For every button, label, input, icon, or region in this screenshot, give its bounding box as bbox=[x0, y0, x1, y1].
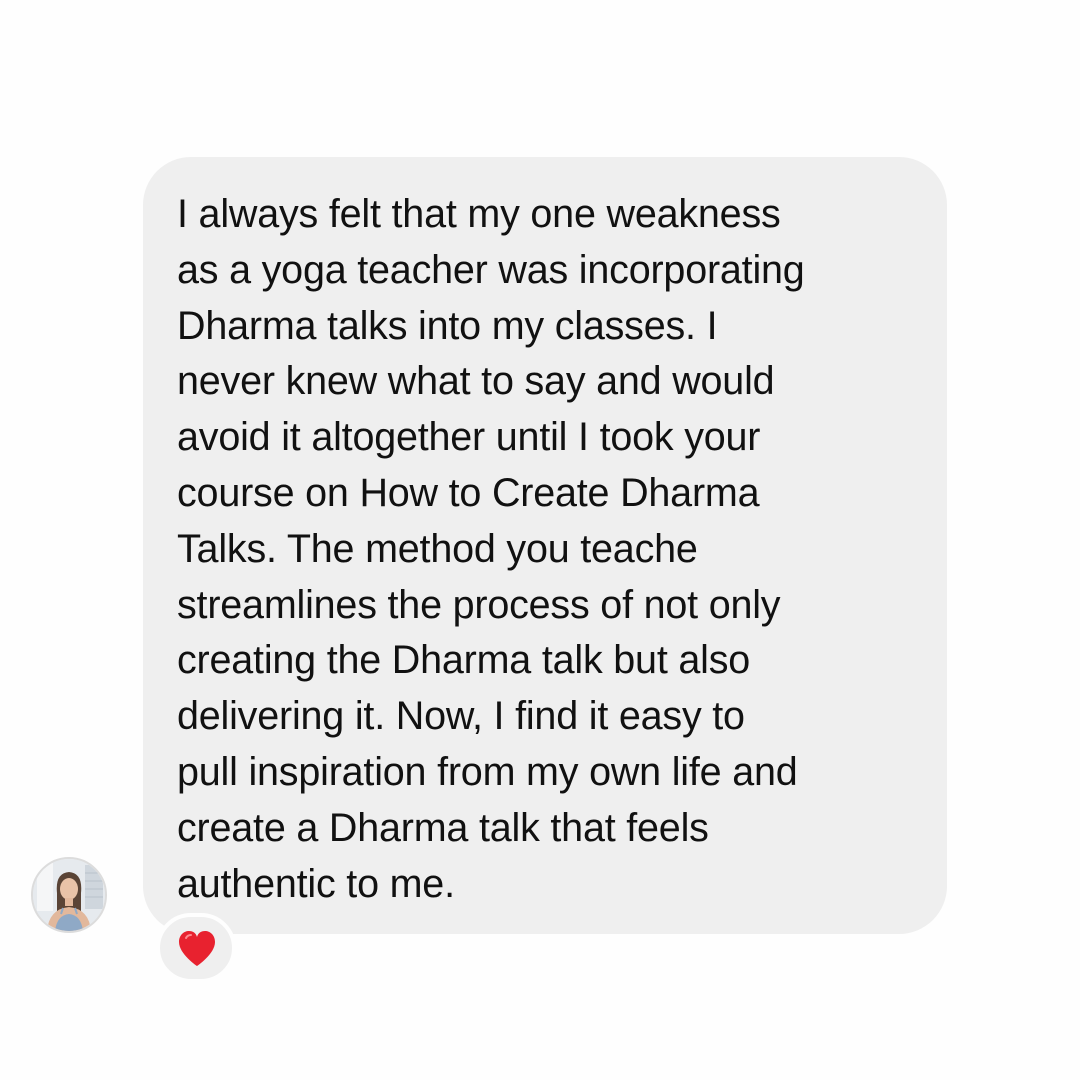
message-line: avoid it altogether until I took your bbox=[177, 415, 761, 460]
profile-photo-avatar-icon bbox=[33, 859, 105, 931]
message-line: create a Dharma talk that feels bbox=[177, 805, 709, 850]
message-line: I always felt that my one weakness bbox=[177, 192, 781, 236]
message-line: as a yoga teacher was incorporating bbox=[177, 247, 805, 292]
message-line: Dharma talks into my classes. I bbox=[177, 303, 718, 348]
message-line: never knew what to say and would bbox=[177, 359, 775, 404]
message-line: course on How to Create Dharma bbox=[177, 470, 760, 515]
message-line: pull inspiration from my own life and bbox=[177, 749, 798, 794]
message-line: delivering it. Now, I find it easy to bbox=[177, 694, 745, 739]
sender-avatar[interactable] bbox=[31, 857, 107, 933]
red-heart-icon bbox=[179, 931, 215, 966]
reaction-badge[interactable] bbox=[156, 913, 236, 983]
chat-screen: I always felt that my one weakness as a … bbox=[0, 0, 1080, 1080]
message-bubble[interactable]: I always felt that my one weakness as a … bbox=[143, 157, 947, 934]
message-line: Talks. The method you teache bbox=[177, 526, 698, 571]
message-line: creating the Dharma talk but also bbox=[177, 638, 751, 683]
message-line: authentic to me. bbox=[177, 861, 455, 906]
message-line: streamlines the process of not only bbox=[177, 582, 781, 627]
